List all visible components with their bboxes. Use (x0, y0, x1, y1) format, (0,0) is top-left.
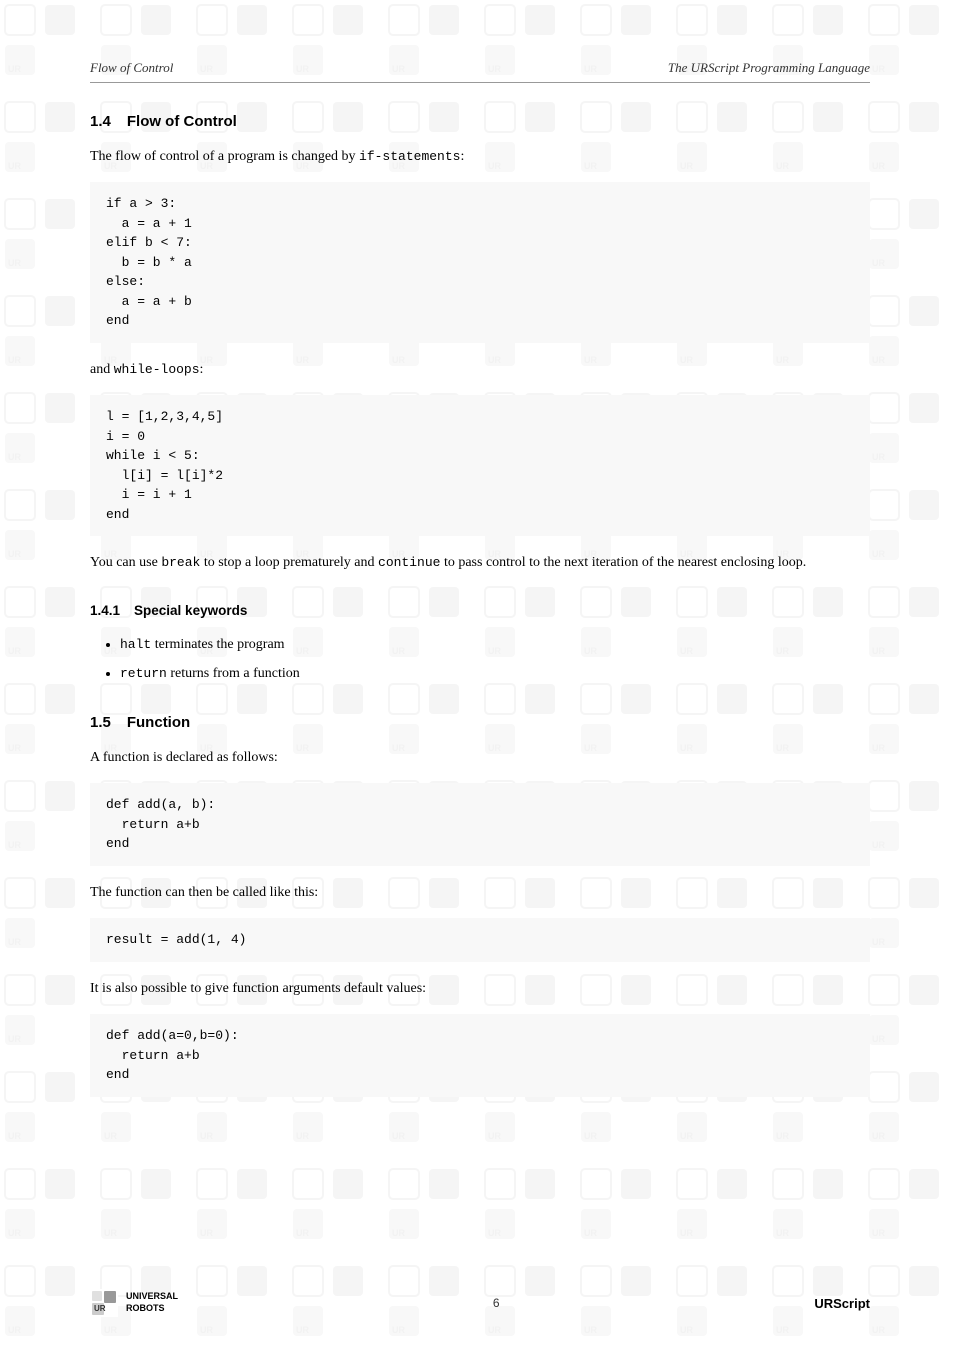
svg-text:UR: UR (488, 1228, 501, 1238)
svg-text:UR: UR (94, 1304, 106, 1313)
section-14-number: 1.4 (90, 113, 111, 130)
section-14-heading: 1.4 Flow of Control (90, 113, 870, 130)
page-header: Flow of Control The URScript Programming… (90, 60, 870, 83)
svg-text:UR: UR (584, 1228, 597, 1238)
footer-logo-text: UNIVERSAL ROBOTS (126, 1291, 178, 1314)
footer-logo: UR UNIVERSAL ROBOTS (90, 1289, 178, 1317)
ur-logo-icon: UR (90, 1289, 118, 1317)
header-right: The URScript Programming Language (668, 60, 870, 76)
code-block-while: l = [1,2,3,4,5] i = 0 while i < 5: l[i] … (90, 395, 870, 536)
svg-text:UR: UR (296, 1228, 309, 1238)
section-14: 1.4 Flow of Control The flow of control … (90, 113, 870, 575)
svg-text:UR: UR (776, 1228, 789, 1238)
svg-text:UR: UR (680, 1325, 693, 1335)
list-item: halt terminates the program (120, 632, 870, 657)
svg-text:UR: UR (488, 1325, 501, 1335)
section-141: 1.4.1 Special keywords halt terminates t… (90, 603, 870, 686)
svg-text:UR: UR (104, 1228, 117, 1238)
section-141-number: 1.4.1 (90, 603, 120, 618)
svg-text:UR: UR (392, 1228, 405, 1238)
code-block-def1: def add(a, b): return a+b end (90, 783, 870, 866)
svg-text:UR: UR (872, 1325, 885, 1335)
section-15-heading: 1.5 Function (90, 714, 870, 731)
svg-text:UR: UR (872, 1228, 885, 1238)
code-block-result: result = add(1, 4) (90, 918, 870, 962)
code-block-if: if a > 3: a = a + 1 elif b < 7: b = b * … (90, 182, 870, 343)
page-footer: UR UNIVERSAL ROBOTS 6 URScript (90, 1289, 870, 1317)
footer-script-name: URScript (814, 1296, 870, 1311)
section-14-and: and while-loops: (90, 359, 870, 381)
svg-text:UR: UR (584, 1325, 597, 1335)
svg-text:UR: UR (296, 1325, 309, 1335)
svg-text:UR: UR (200, 1228, 213, 1238)
footer-page-number: 6 (493, 1296, 500, 1310)
section-14-intro: The flow of control of a program is chan… (90, 146, 870, 168)
list-item: return returns from a function (120, 661, 870, 686)
special-keywords-list: halt terminates the program return retur… (120, 632, 870, 686)
section-15-intro: A function is declared as follows: (90, 747, 870, 769)
svg-text:UR: UR (392, 1325, 405, 1335)
svg-text:UR: UR (776, 1325, 789, 1335)
svg-text:UR: UR (680, 1228, 693, 1238)
svg-text:UR: UR (8, 1228, 21, 1238)
header-left: Flow of Control (90, 60, 173, 76)
svg-text:UR: UR (200, 1325, 213, 1335)
svg-text:UR: UR (104, 1325, 117, 1335)
section-15-title: Function (127, 714, 190, 731)
section-141-heading: 1.4.1 Special keywords (90, 603, 870, 618)
code-block-def2: def add(a=0,b=0): return a+b end (90, 1014, 870, 1097)
page-content: Flow of Control The URScript Programming… (0, 0, 960, 1205)
section-15: 1.5 Function A function is declared as f… (90, 714, 870, 1097)
section-14-title: Flow of Control (127, 113, 237, 130)
section-15-default: It is also possible to give function arg… (90, 978, 870, 1000)
svg-text:UR: UR (8, 1325, 21, 1335)
section-15-then: The function can then be called like thi… (90, 882, 870, 904)
section-15-number: 1.5 (90, 714, 111, 731)
section-14-break-para: You can use break to stop a loop prematu… (90, 552, 870, 574)
section-141-title: Special keywords (134, 603, 247, 618)
